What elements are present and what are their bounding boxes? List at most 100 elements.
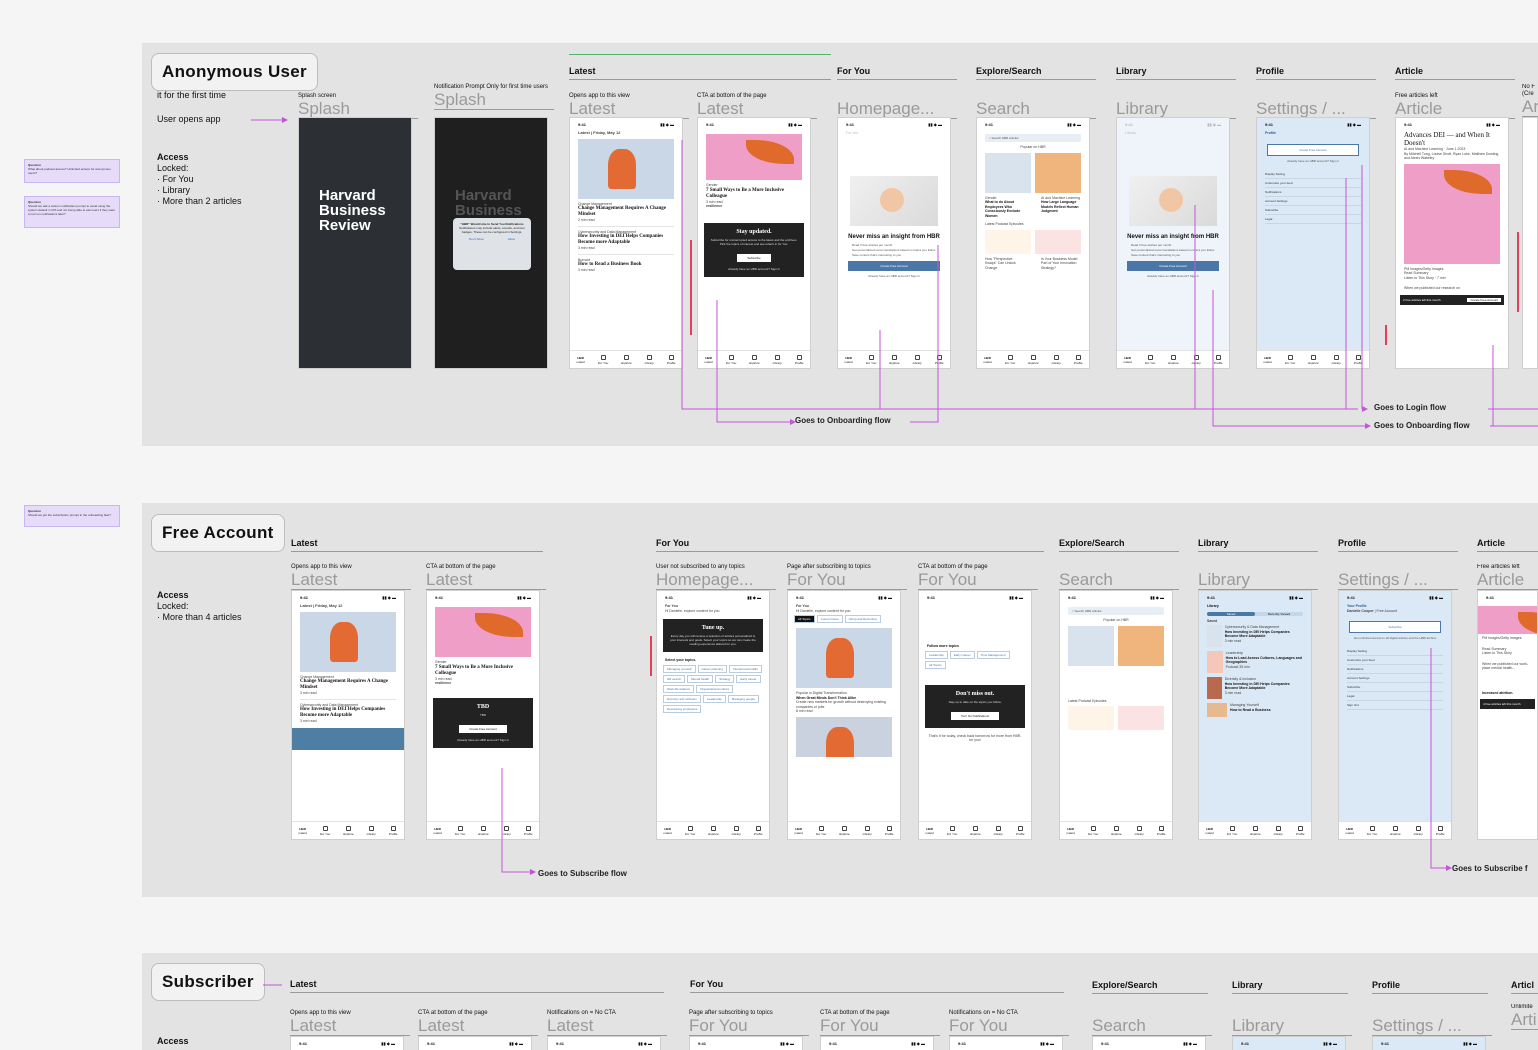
create-account-button[interactable]: Create Free Account xyxy=(848,260,940,271)
library-locked-screen[interactable]: 9:41 ▮▮ ◆ ▬ Library Never miss an insight… xyxy=(1116,117,1230,369)
topic-chip[interactable]: Mental health xyxy=(687,674,714,683)
menu-item[interactable]: Notifications xyxy=(1265,188,1361,197)
topic-chip[interactable]: Work-life balance xyxy=(663,684,695,693)
popular-tile[interactable] xyxy=(985,152,1031,193)
tab-foryou[interactable]: For You xyxy=(1227,825,1237,836)
foryou-locked-screen[interactable]: 9:41 ▮▮ ◆ ▬ For You Never miss an insight… xyxy=(837,117,951,369)
create-account-button[interactable]: Create Free Account xyxy=(1267,143,1359,156)
article-image[interactable] xyxy=(796,716,892,757)
tab-recently-viewed[interactable]: Recently Viewed xyxy=(1255,612,1303,616)
topic-chip[interactable]: All Topics xyxy=(925,660,946,669)
tab-library[interactable]: Library xyxy=(1052,354,1061,365)
search-input[interactable]: ⌕ Search HBR articles xyxy=(985,134,1081,142)
topic-chip[interactable]: Leadership xyxy=(925,650,948,659)
tab-latest[interactable]: HBR Latest xyxy=(664,827,672,835)
tab-library[interactable]: Library xyxy=(732,825,741,836)
hero-image[interactable] xyxy=(796,628,892,688)
tab-explore[interactable]: Explore xyxy=(478,825,489,836)
latest-screen[interactable]: 9:41 ▮▮ ◆ ▬ Latest | Friday, May 12 Chang… xyxy=(569,117,683,369)
tab-foryou[interactable]: For You xyxy=(947,825,957,836)
tab-latest[interactable]: HBR Latest xyxy=(1067,827,1075,835)
sticky-note[interactable]: Question Should we ask a custom notifica… xyxy=(24,196,120,228)
free-library-screen[interactable]: 9:41 ▮▮ ◆ ▬ Library Saved Recently Viewed… xyxy=(1198,590,1312,840)
tab-latest[interactable]: HBR Latest xyxy=(926,827,934,835)
create-account-button[interactable]: Create Free Account xyxy=(1127,260,1219,271)
topic-chip[interactable]: Developing employees xyxy=(663,704,702,713)
tab-library[interactable]: Library xyxy=(1332,354,1341,365)
tab-latest[interactable]: HBR Latest xyxy=(577,356,585,364)
article-screen[interactable]: 9:41 ▮▮ ◆ ▬ Advances DEI — and When It Do… xyxy=(1395,117,1509,369)
menu-item[interactable]: Legal xyxy=(1265,215,1361,224)
tab-foryou[interactable]: For You xyxy=(726,354,736,365)
sign-in-link[interactable]: Already have an HBR account? Sign in xyxy=(1257,159,1369,164)
goes-subscribe-label[interactable]: Goes to Subscribe flow xyxy=(538,869,627,878)
tab-library[interactable]: Library xyxy=(1414,825,1423,836)
sign-in-link[interactable]: Already have an HBR account? Sign in xyxy=(710,267,798,271)
tab-profile[interactable]: Profile xyxy=(389,825,397,836)
hero-image[interactable] xyxy=(435,607,531,657)
tab-latest[interactable]: HBR Latest xyxy=(434,827,442,835)
sign-in-link[interactable]: Already have an HBR account? Sign in xyxy=(1117,274,1229,279)
sub-latest-screen[interactable]: 9:41 ▮▮ ◆ ▬ xyxy=(290,1036,404,1050)
tab-explore[interactable]: Explore xyxy=(621,354,632,365)
menu-item[interactable]: Notifications xyxy=(1347,665,1443,674)
tab-explore[interactable]: Explore xyxy=(749,354,760,365)
free-latest-cta-screen[interactable]: 9:41 ▮▮ ◆ ▬ Gender 7 Small Ways to Be a M… xyxy=(426,590,540,840)
tab-foryou[interactable]: For You xyxy=(1145,354,1155,365)
tab-explore[interactable]: Explore xyxy=(343,825,354,836)
listen-button[interactable]: Listen to This Story xyxy=(1478,651,1537,656)
create-account-button[interactable]: Create Free Account xyxy=(459,724,507,733)
tab-foryou[interactable]: For You xyxy=(816,825,826,836)
tab-library[interactable]: Library xyxy=(1192,354,1201,365)
tab-library[interactable]: Library xyxy=(367,825,376,836)
tab-profile[interactable]: Profile xyxy=(1157,825,1165,836)
tab-library[interactable]: Library xyxy=(863,825,872,836)
tab-latest[interactable]: HBR Latest xyxy=(1346,827,1354,835)
list-item[interactable]: Diversity & Inclusion How Investing in DE… xyxy=(1207,677,1303,699)
sub-profile-screen[interactable]: 9:41 ▮▮ ◆ ▬ xyxy=(1372,1036,1486,1050)
topic-chip[interactable]: Managing yourself xyxy=(663,664,696,673)
tab-foryou[interactable]: For You xyxy=(455,825,465,836)
podcast-tile[interactable] xyxy=(1068,706,1114,730)
article-headline[interactable]: 7 Small Ways to Be a More Inclusive Coll… xyxy=(698,188,810,200)
sign-in-link[interactable]: Already have an HBR account? Sign in xyxy=(439,738,527,742)
menu-item[interactable]: Legal xyxy=(1347,692,1443,701)
sub-latest-nocta-screen[interactable]: 9:41 ▮▮ ◆ ▬ xyxy=(547,1036,661,1050)
tab-latest[interactable]: HBR Latest xyxy=(1264,356,1272,364)
article-headline[interactable]: How Large Language Models Reflect Human … xyxy=(1033,200,1089,214)
tab-saved[interactable]: Saved xyxy=(1207,611,1255,616)
foryou-topics-screen[interactable]: 9:41 ▮▮ ◆ ▬ For You Hi Danielle, explore … xyxy=(656,590,770,840)
sub-foryou-cta-screen[interactable]: 9:41 ▮▮ ◆ ▬ xyxy=(820,1036,934,1050)
list-item[interactable]: Leadership How to Lead Across Cultures, L… xyxy=(1207,651,1303,673)
topic-chip[interactable]: Time Management xyxy=(976,650,1010,659)
menu-item[interactable]: Account Settings xyxy=(1347,674,1443,683)
filter-chip[interactable]: All Topics xyxy=(794,615,815,623)
goes-onboarding-label[interactable]: Goes to Onboarding flow xyxy=(795,416,891,425)
free-latest-screen[interactable]: 9:41 ▮▮ ◆ ▬ Latest | Friday, May 12 Chang… xyxy=(291,590,405,840)
tab-foryou[interactable]: For You xyxy=(1088,825,1098,836)
splash-screen[interactable]: Harvard Business Review xyxy=(298,117,412,369)
tab-foryou[interactable]: For You xyxy=(866,354,876,365)
tab-profile[interactable]: Profile xyxy=(524,825,532,836)
tab-profile[interactable]: Profile xyxy=(1296,825,1304,836)
topic-chip[interactable]: Early Career xyxy=(949,650,975,659)
search-screen[interactable]: 9:41 ▮▮ ◆ ▬ ⌕ Search HBR articles Popular… xyxy=(976,117,1090,369)
free-articles-banner[interactable]: 4 free articles left this month xyxy=(1480,699,1535,709)
allow-button[interactable]: Allow xyxy=(508,237,515,241)
tab-profile[interactable]: Profile xyxy=(667,354,675,365)
tab-library[interactable]: Library xyxy=(645,354,654,365)
article-headline[interactable]: Change Management Requires A Change Mind… xyxy=(570,206,682,218)
tab-profile[interactable]: Profile xyxy=(1016,825,1024,836)
tab-foryou[interactable]: For You xyxy=(320,825,330,836)
popular-tile[interactable] xyxy=(1118,625,1164,666)
goes-login-label[interactable]: Goes to Login flow xyxy=(1374,403,1446,412)
turn-on-notifications-button[interactable]: Turn On Notifications xyxy=(950,711,1000,720)
tab-foryou[interactable]: For You xyxy=(1285,354,1295,365)
tab-profile[interactable]: Profile xyxy=(1074,354,1082,365)
list-item[interactable]: Cybersecurity & Data Management How Inves… xyxy=(1207,625,1303,647)
topic-chip[interactable]: Career planning xyxy=(697,664,727,673)
tab-explore[interactable]: Explore xyxy=(889,354,900,365)
podcast-tile[interactable] xyxy=(1035,229,1081,254)
sticky-note[interactable]: Question What about podcast access? Unli… xyxy=(24,159,120,183)
tab-library[interactable]: Library xyxy=(773,354,782,365)
